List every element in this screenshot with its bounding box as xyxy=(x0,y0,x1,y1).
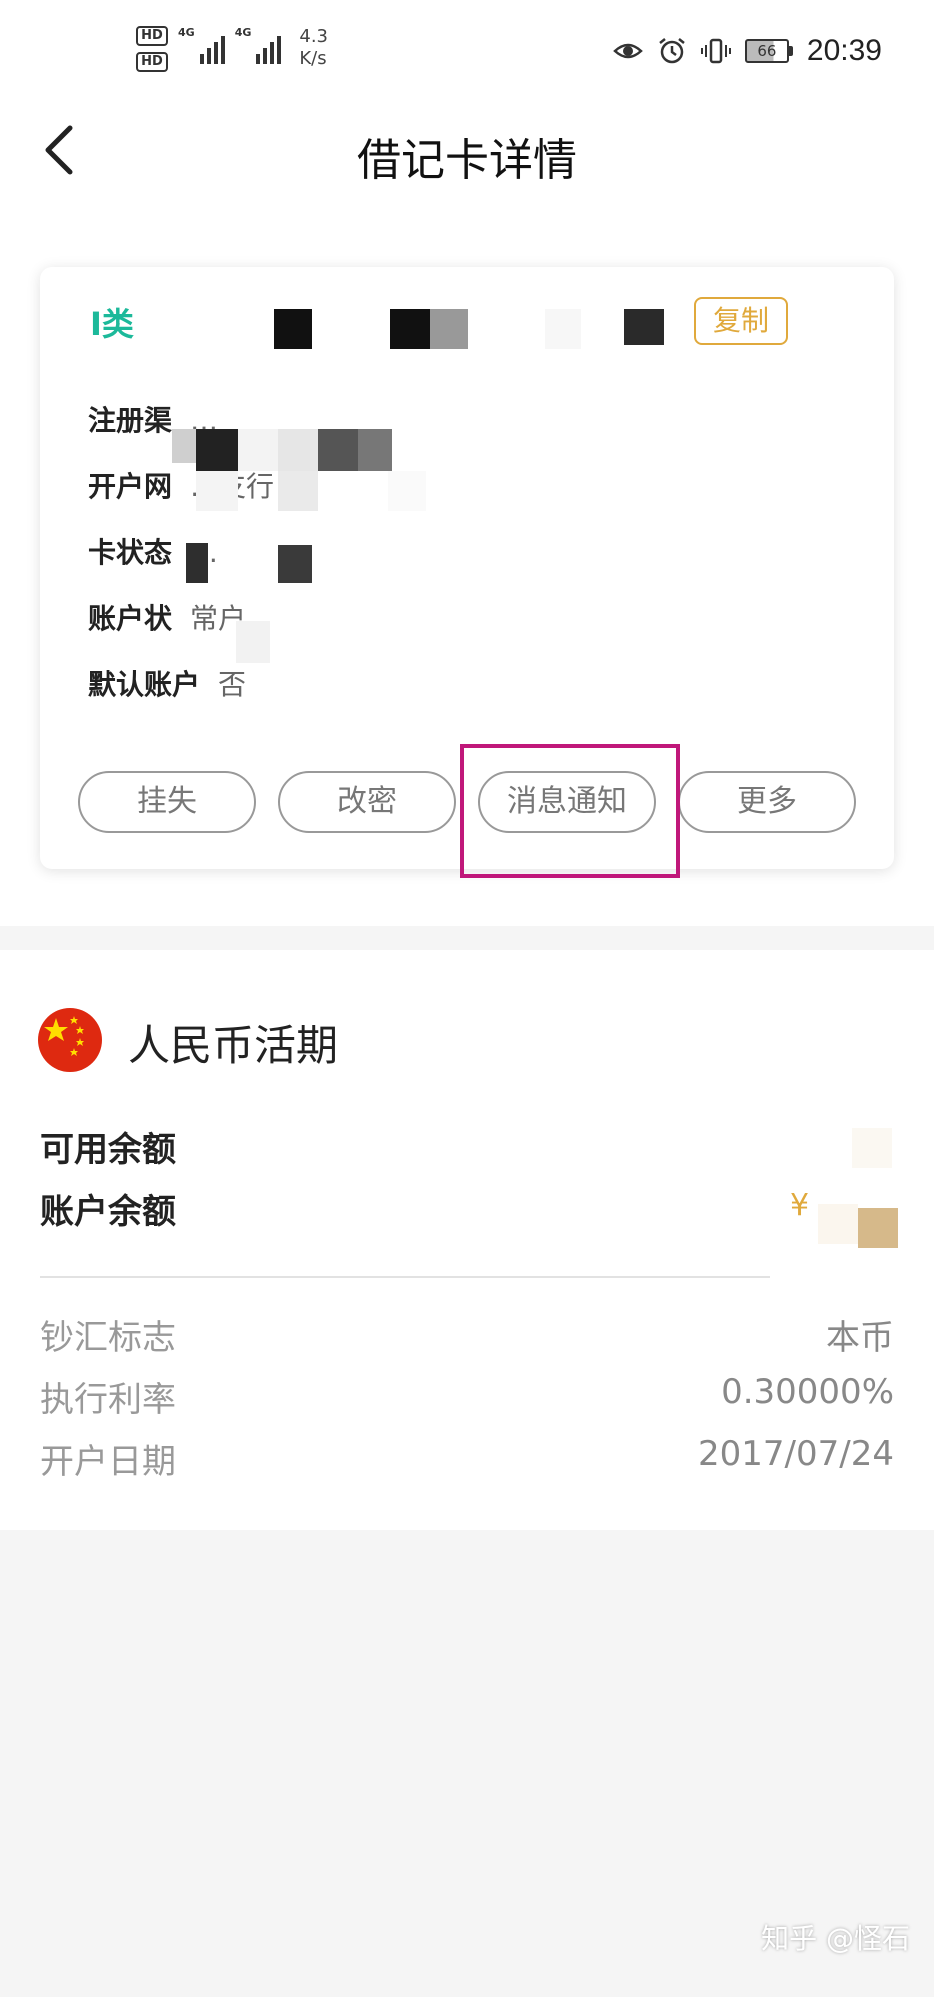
account-balance-label: 账户余额 xyxy=(40,1192,176,1232)
status-bar: HD HD 4G 4G 4.3 K/s 66 20:39 xyxy=(0,0,934,100)
section-gap xyxy=(0,926,934,950)
clock: 20:39 xyxy=(806,34,882,67)
flag-stars-icon xyxy=(44,1016,84,1056)
info-mask xyxy=(186,543,208,583)
card-type-label: I类 xyxy=(90,305,134,343)
info-row-default-account: 默认账户否 xyxy=(88,663,246,703)
copy-button[interactable]: 复制 xyxy=(694,297,788,345)
detail-label: 执行利率 xyxy=(40,1380,176,1420)
signal-2-icon: 4G xyxy=(235,26,282,64)
info-mask xyxy=(196,429,238,471)
balance-mask xyxy=(852,1128,892,1168)
account-section: 人民币活期 可用余额 账户余额 ¥ 钞汇标志 本币 执行利率 0.30000% … xyxy=(0,950,934,1530)
highlight-box xyxy=(460,744,680,878)
hd1-badge: HD xyxy=(136,26,168,46)
info-value: 否 xyxy=(218,668,247,701)
account-title: 人民币活期 xyxy=(128,1021,339,1070)
info-row-branch: 开户网…支行 xyxy=(88,465,274,505)
change-password-button[interactable]: 改密 xyxy=(278,771,456,833)
info-key: 账户状 xyxy=(88,602,173,635)
info-mask xyxy=(358,429,392,471)
info-mask xyxy=(278,429,318,471)
nav-bar: 借记卡详情 xyxy=(0,100,934,204)
detail-row-cash-flag: 钞汇标志 本币 xyxy=(40,1310,894,1359)
info-mask xyxy=(238,429,278,471)
detail-value: 2017/07/24 xyxy=(698,1434,894,1474)
info-mask xyxy=(196,471,238,511)
hd-indicators: HD HD xyxy=(136,26,168,72)
china-flag-icon xyxy=(38,1008,102,1072)
card-number-mask xyxy=(430,309,468,349)
info-mask xyxy=(236,621,270,663)
detail-value: 0.30000% xyxy=(721,1372,894,1412)
signal-1-icon: 4G xyxy=(178,26,225,64)
balance-mask xyxy=(818,1204,858,1244)
battery-icon: 66 xyxy=(744,39,793,63)
card-number-mask xyxy=(545,309,581,349)
card-number-mask xyxy=(624,309,664,345)
info-key: 注册渠 xyxy=(88,404,173,437)
speed-value: 4.3 xyxy=(299,26,329,47)
info-key: 默认账户 xyxy=(88,668,201,701)
vibrate-icon xyxy=(700,38,731,64)
net1-label: 4G xyxy=(178,26,195,39)
divider xyxy=(40,1276,770,1278)
detail-row-interest-rate: 执行利率 0.30000% xyxy=(40,1372,894,1421)
battery-level: 66 xyxy=(744,39,789,63)
available-balance-label: 可用余额 xyxy=(40,1130,176,1170)
watermark: 知乎 @怪石 xyxy=(761,1922,910,1955)
alarm-icon xyxy=(659,38,685,64)
detail-label: 钞汇标志 xyxy=(40,1318,176,1358)
info-row-account-status: 账户状 常户 xyxy=(88,597,246,637)
info-key: 开户网 xyxy=(88,470,173,503)
currency-sign: ¥ xyxy=(790,1188,810,1223)
hd2-badge: HD xyxy=(136,52,168,72)
network-speed: 4.3 K/s xyxy=(299,26,328,70)
report-loss-button[interactable]: 挂失 xyxy=(78,771,256,833)
info-key: 卡状态 xyxy=(88,536,173,569)
net2-label: 4G xyxy=(234,26,252,39)
info-mask xyxy=(278,545,312,583)
speed-unit: K/s xyxy=(299,48,327,69)
detail-row-open-date: 开户日期 2017/07/24 xyxy=(40,1434,894,1483)
page-title: 借记卡详情 xyxy=(357,135,577,186)
info-mask xyxy=(278,471,318,511)
info-mask xyxy=(318,429,358,471)
card-number-mask xyxy=(274,309,312,349)
eye-comfort-icon xyxy=(613,43,643,59)
balance-mask xyxy=(858,1208,898,1248)
more-button[interactable]: 更多 xyxy=(678,771,856,833)
info-mask xyxy=(388,471,426,511)
card-number-mask xyxy=(390,309,430,349)
detail-label: 开户日期 xyxy=(40,1442,176,1482)
detail-value: 本币 xyxy=(826,1318,894,1358)
status-left: HD HD 4G 4G 4.3 K/s xyxy=(136,26,328,72)
status-right: 66 20:39 xyxy=(613,34,882,68)
